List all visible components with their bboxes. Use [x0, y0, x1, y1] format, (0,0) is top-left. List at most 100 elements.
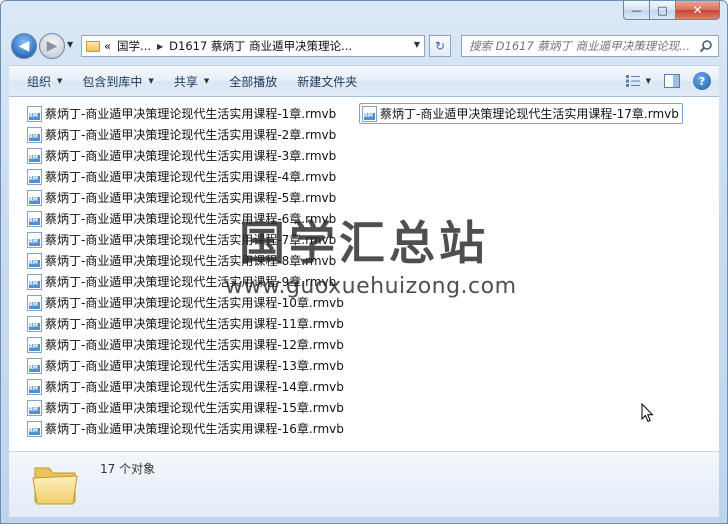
recent-pages-dropdown[interactable]: ▼	[67, 40, 73, 49]
dropdown-arrow-icon: ▼	[148, 77, 154, 85]
caption-buttons: — □ ✕	[623, 1, 720, 20]
file-name: 蔡炳丁-商业遁甲决策理论现代生活实用课程-7章.rmvb	[45, 233, 337, 247]
address-bar[interactable]: « 国学... ▶ D1617 蔡炳丁 商业遁甲决策理论... ▼	[81, 35, 425, 57]
help-button[interactable]: ?	[693, 72, 711, 90]
file-name: 蔡炳丁-商业遁甲决策理论现代生活实用课程-2章.rmvb	[45, 128, 337, 142]
rmvb-file-icon	[27, 336, 42, 353]
rmvb-file-icon	[27, 294, 42, 311]
command-bar: 组织 ▼ 包含到库中 ▼ 共享 ▼ 全部播放 新建文件夹 ▼ ?	[9, 65, 719, 97]
file-name: 蔡炳丁-商业遁甲决策理论现代生活实用课程-17章.rmvb	[380, 107, 679, 121]
minimize-button[interactable]: —	[623, 1, 650, 20]
breadcrumb-overflow[interactable]: «	[104, 39, 111, 53]
play-all-button[interactable]: 全部播放	[221, 69, 285, 93]
file-item[interactable]: 蔡炳丁-商业遁甲决策理论现代生活实用课程-3章.rmvb	[25, 145, 347, 166]
breadcrumb-item[interactable]: D1617 蔡炳丁 商业遁甲决策理论...	[169, 38, 352, 54]
file-item[interactable]: 蔡炳丁-商业遁甲决策理论现代生活实用课程-2章.rmvb	[25, 124, 347, 145]
close-icon: ✕	[692, 3, 703, 17]
file-item[interactable]: 蔡炳丁-商业遁甲决策理论现代生活实用课程-17章.rmvb	[359, 103, 683, 124]
search-input[interactable]	[469, 39, 689, 53]
details-pane: 17 个对象	[9, 451, 719, 517]
play-all-label: 全部播放	[229, 74, 278, 89]
rmvb-file-icon	[27, 105, 42, 122]
rmvb-file-icon	[27, 252, 42, 269]
rmvb-file-icon	[27, 378, 42, 395]
list-view-icon	[625, 75, 640, 87]
rmvb-file-icon	[27, 357, 42, 374]
breadcrumb-item[interactable]: 国学...	[117, 38, 151, 54]
preview-pane-button[interactable]	[661, 70, 683, 92]
item-count: 17 个对象	[100, 462, 156, 476]
file-column-2: 蔡炳丁-商业遁甲决策理论现代生活实用课程-17章.rmvb	[359, 103, 683, 124]
file-item[interactable]: 蔡炳丁-商业遁甲决策理论现代生活实用课程-10章.rmvb	[25, 292, 347, 313]
dropdown-arrow-icon: ▼	[57, 77, 63, 85]
address-dropdown-icon[interactable]: ▼	[414, 40, 420, 49]
file-name: 蔡炳丁-商业遁甲决策理论现代生活实用课程-4章.rmvb	[45, 170, 337, 184]
file-name: 蔡炳丁-商业遁甲决策理论现代生活实用课程-11章.rmvb	[45, 317, 344, 331]
file-item[interactable]: 蔡炳丁-商业遁甲决策理论现代生活实用课程-5章.rmvb	[25, 187, 347, 208]
rmvb-file-icon	[27, 189, 42, 206]
close-button[interactable]: ✕	[676, 1, 720, 20]
back-button[interactable]: ◀	[11, 33, 37, 59]
file-name: 蔡炳丁-商业遁甲决策理论现代生活实用课程-13章.rmvb	[45, 359, 344, 373]
file-name: 蔡炳丁-商业遁甲决策理论现代生活实用课程-6章.rmvb	[45, 212, 337, 226]
include-in-library-label: 包含到库中	[82, 74, 143, 89]
preview-pane-icon	[664, 74, 680, 88]
rmvb-file-icon	[362, 105, 377, 122]
forward-arrow-icon: ▶	[46, 38, 58, 54]
file-item[interactable]: 蔡炳丁-商业遁甲决策理论现代生活实用课程-11章.rmvb	[25, 313, 347, 334]
maximize-button[interactable]: □	[650, 1, 676, 20]
file-item[interactable]: 蔡炳丁-商业遁甲决策理论现代生活实用课程-13章.rmvb	[25, 355, 347, 376]
forward-button[interactable]: ▶	[39, 33, 65, 59]
file-name: 蔡炳丁-商业遁甲决策理论现代生活实用课程-16章.rmvb	[45, 422, 344, 436]
file-name: 蔡炳丁-商业遁甲决策理论现代生活实用课程-1章.rmvb	[45, 107, 337, 121]
search-box[interactable]	[461, 35, 719, 57]
breadcrumb-separator-icon[interactable]: ▶	[157, 42, 163, 51]
rmvb-file-icon	[27, 273, 42, 290]
view-dropdown-icon[interactable]: ▼	[646, 77, 651, 85]
refresh-button[interactable]: ↻	[429, 35, 451, 57]
share-label: 共享	[173, 74, 198, 89]
rmvb-file-icon	[27, 420, 42, 437]
file-name: 蔡炳丁-商业遁甲决策理论现代生活实用课程-10章.rmvb	[45, 296, 344, 310]
file-item[interactable]: 蔡炳丁-商业遁甲决策理论现代生活实用课程-16章.rmvb	[25, 418, 347, 439]
file-item[interactable]: 蔡炳丁-商业遁甲决策理论现代生活实用课程-6章.rmvb	[25, 208, 347, 229]
file-item[interactable]: 蔡炳丁-商业遁甲决策理论现代生活实用课程-8章.rmvb	[25, 250, 347, 271]
help-icon: ?	[698, 74, 706, 88]
file-item[interactable]: 蔡炳丁-商业遁甲决策理论现代生活实用课程-15章.rmvb	[25, 397, 347, 418]
explorer-window: — □ ✕ ◀ ▶ ▼ « 国学... ▶ D1617 蔡炳丁 商业遁甲决策理论…	[0, 0, 728, 524]
file-item[interactable]: 蔡炳丁-商业遁甲决策理论现代生活实用课程-12章.rmvb	[25, 334, 347, 355]
rmvb-file-icon	[27, 231, 42, 248]
file-name: 蔡炳丁-商业遁甲决策理论现代生活实用课程-15章.rmvb	[45, 401, 344, 415]
change-view-button[interactable]	[622, 70, 644, 92]
include-in-library-button[interactable]: 包含到库中 ▼	[74, 69, 161, 93]
maximize-icon: □	[657, 3, 668, 17]
file-item[interactable]: 蔡炳丁-商业遁甲决策理论现代生活实用课程-4章.rmvb	[25, 166, 347, 187]
organize-button[interactable]: 组织 ▼	[19, 69, 70, 93]
file-item[interactable]: 蔡炳丁-商业遁甲决策理论现代生活实用课程-14章.rmvb	[25, 376, 347, 397]
mouse-cursor-icon	[641, 403, 654, 423]
view-controls: ▼ ?	[622, 70, 711, 92]
dropdown-arrow-icon: ▼	[203, 77, 210, 85]
file-column-1: 蔡炳丁-商业遁甲决策理论现代生活实用课程-1章.rmvb 蔡炳丁-商业遁甲决策理论…	[25, 103, 347, 439]
rmvb-file-icon	[27, 399, 42, 416]
file-name: 蔡炳丁-商业遁甲决策理论现代生活实用课程-3章.rmvb	[45, 149, 337, 163]
file-item[interactable]: 蔡炳丁-商业遁甲决策理论现代生活实用课程-7章.rmvb	[25, 229, 347, 250]
navigation-bar: ◀ ▶ ▼ « 国学... ▶ D1617 蔡炳丁 商业遁甲决策理论... ▼ …	[1, 29, 727, 65]
search-icon[interactable]	[699, 39, 713, 53]
folder-icon	[32, 467, 78, 505]
new-folder-label: 新建文件夹	[297, 74, 358, 89]
file-item[interactable]: 蔡炳丁-商业遁甲决策理论现代生活实用课程-1章.rmvb	[25, 103, 347, 124]
file-name: 蔡炳丁-商业遁甲决策理论现代生活实用课程-14章.rmvb	[45, 380, 344, 394]
rmvb-file-icon	[27, 147, 42, 164]
rmvb-file-icon	[27, 210, 42, 227]
refresh-icon: ↻	[434, 39, 446, 53]
new-folder-button[interactable]: 新建文件夹	[289, 69, 365, 93]
file-item[interactable]: 蔡炳丁-商业遁甲决策理论现代生活实用课程-9章.rmvb	[25, 271, 347, 292]
rmvb-file-icon	[27, 168, 42, 185]
minimize-icon: —	[631, 3, 642, 17]
share-button[interactable]: 共享 ▼	[166, 69, 217, 93]
breadcrumb: « 国学... ▶ D1617 蔡炳丁 商业遁甲决策理论...	[104, 38, 352, 54]
file-name: 蔡炳丁-商业遁甲决策理论现代生活实用课程-8章.rmvb	[45, 254, 337, 268]
organize-label: 组织	[27, 74, 52, 89]
file-name: 蔡炳丁-商业遁甲决策理论现代生活实用课程-12章.rmvb	[45, 338, 344, 352]
